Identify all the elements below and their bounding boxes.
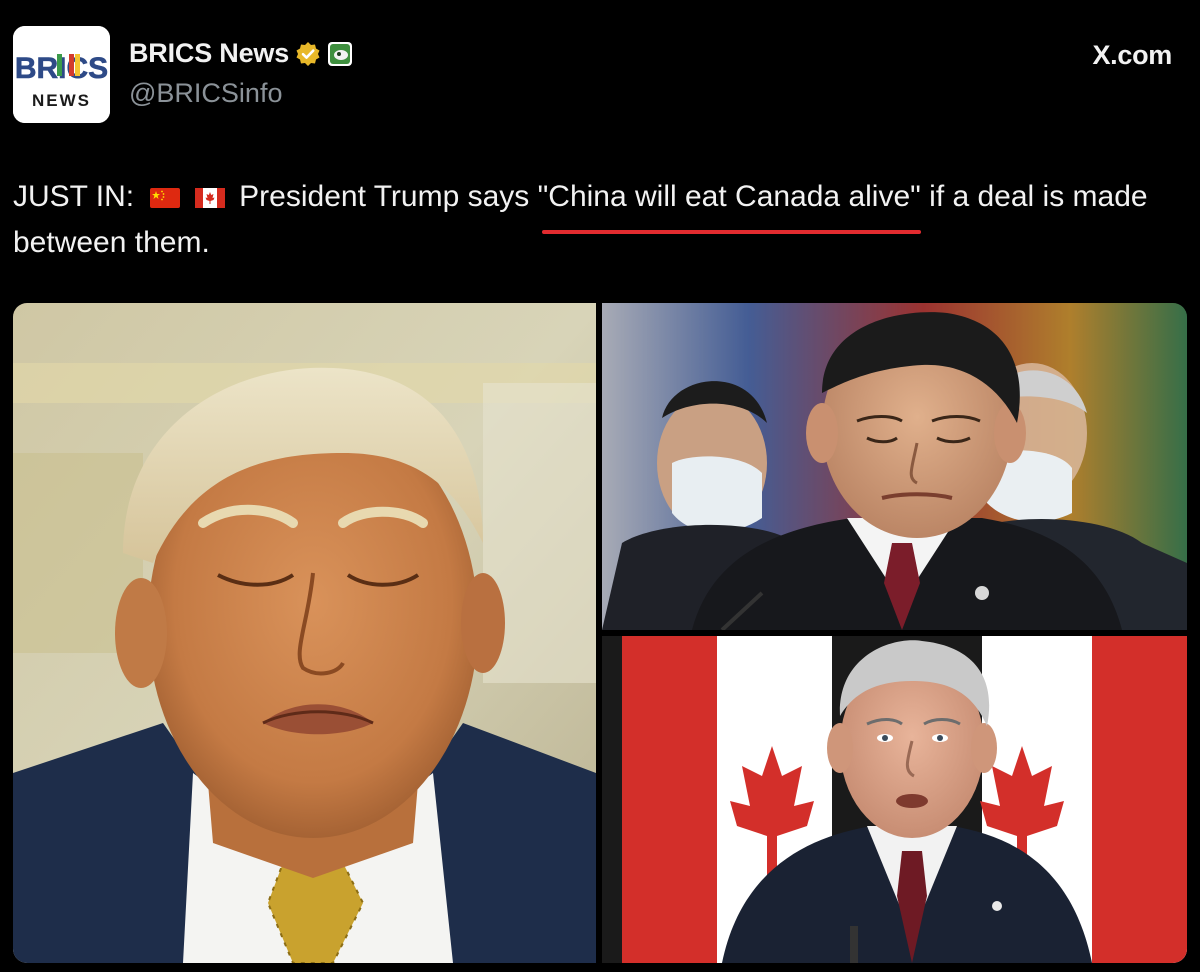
tweet-body-lead: President Trump says: [239, 180, 538, 213]
name-row: BRICS News: [129, 38, 353, 69]
canada-flag-icon: [194, 188, 225, 208]
avatar[interactable]: BRICS NEWS: [13, 26, 110, 123]
photo-xi-jinping[interactable]: [602, 303, 1187, 630]
tweet-prefix: JUST IN:: [13, 180, 135, 213]
svg-text:NEWS: NEWS: [32, 91, 91, 110]
tweet-header: BRICS NEWS BRICS News @BRICSinfo X.com: [0, 0, 1200, 140]
photo-trump[interactable]: [13, 303, 596, 963]
handle[interactable]: @BRICSinfo: [129, 78, 282, 109]
affiliate-badge-icon: [327, 41, 353, 67]
display-name[interactable]: BRICS News: [129, 38, 289, 69]
photo-mark-carney[interactable]: [602, 636, 1187, 963]
tweet-text: JUST IN: President Trump says "China wil…: [13, 174, 1183, 266]
tweet-quote: "China will eat Canada alive": [537, 174, 921, 234]
red-underline: [541, 230, 921, 234]
site-label: X.com: [1092, 40, 1172, 70]
brics-news-logo: BRICS NEWS: [13, 26, 110, 123]
gold-verified-badge-icon: [295, 41, 321, 67]
china-flag-icon: [150, 188, 181, 208]
media-grid: [13, 303, 1187, 963]
tweet-quote-text: "China will eat Canada alive": [537, 180, 921, 213]
